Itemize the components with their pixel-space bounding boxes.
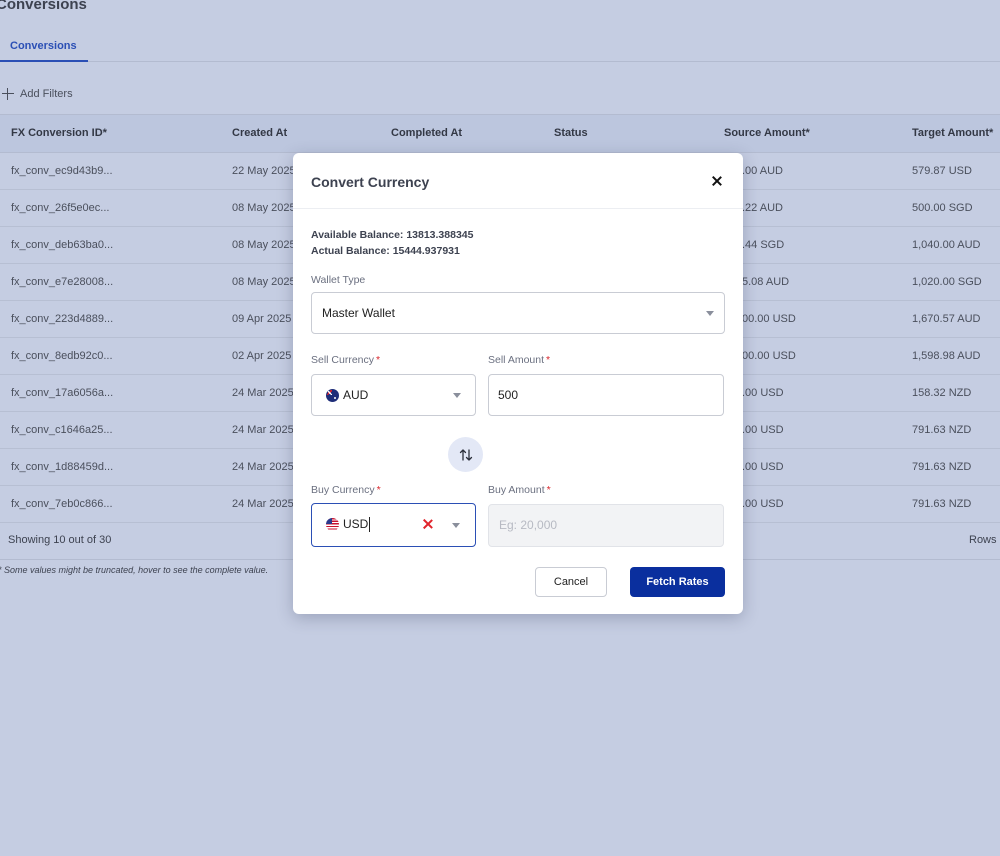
cell-target-amount: 791.63 NZD: [912, 498, 972, 510]
add-filters-button[interactable]: Add Filters: [2, 86, 73, 102]
buy-amount-placeholder: Eg: 20,000: [499, 518, 558, 532]
clear-icon[interactable]: [421, 516, 435, 532]
cell-created: 24 Mar 2025: [232, 461, 294, 473]
cell-created: 08 May 2025: [232, 202, 296, 214]
buy-currency-label-text: Buy Currency: [311, 484, 375, 496]
cell-id[interactable]: fx_conv_ec9d43b9...: [11, 165, 113, 177]
column-header-created[interactable]: Created At: [232, 127, 287, 139]
required-mark: *: [376, 484, 381, 496]
cell-source-amount: .00 USD: [742, 498, 784, 510]
chevron-down-icon: [452, 523, 460, 528]
cell-target-amount: 791.63 NZD: [912, 461, 972, 473]
cell-target-amount: 1,040.00 AUD: [912, 239, 981, 251]
fetch-rates-button[interactable]: Fetch Rates: [630, 567, 725, 597]
column-header-target-amount[interactable]: Target Amount*: [912, 127, 993, 139]
cell-source-amount: .00 USD: [742, 424, 784, 436]
close-icon[interactable]: [707, 171, 727, 191]
cell-id[interactable]: fx_conv_223d4889...: [11, 313, 113, 325]
actual-balance: Actual Balance: 15444.937931: [311, 245, 460, 257]
available-balance: Available Balance: 13813.388345: [311, 229, 474, 241]
cell-created: 02 Apr 2025: [232, 350, 292, 362]
cell-target-amount: 791.63 NZD: [912, 424, 972, 436]
pagination-summary: Showing 10 out of 30: [8, 534, 112, 546]
cell-id[interactable]: fx_conv_c1646a25...: [11, 424, 113, 436]
cell-id[interactable]: fx_conv_8edb92c0...: [11, 350, 113, 362]
tab-bar: Conversions: [0, 30, 1000, 62]
sell-amount-label-text: Sell Amount: [488, 354, 545, 366]
sell-amount-value: 500: [498, 388, 519, 402]
sell-currency-label-text: Sell Currency: [311, 354, 375, 366]
dialog-header: Convert Currency: [293, 153, 743, 209]
cell-created: 22 May 2025: [232, 165, 296, 177]
cell-source-amount: .00 USD: [742, 461, 784, 473]
cell-created: 24 Mar 2025: [232, 424, 294, 436]
chevron-down-icon: [706, 311, 714, 316]
swap-arrows-icon: [459, 448, 472, 461]
australia-flag-icon: [326, 389, 339, 402]
buy-currency-value: USD: [343, 517, 369, 531]
sell-currency-select[interactable]: AUD: [311, 374, 476, 416]
cell-id[interactable]: fx_conv_e7e28008...: [11, 276, 113, 288]
buy-amount-label-text: Buy Amount: [488, 484, 545, 496]
cell-source-amount: .44 SGD: [742, 239, 785, 251]
cell-source-amount: .00 AUD: [742, 165, 783, 177]
cell-source-amount: .00 USD: [742, 387, 784, 399]
tab-conversions[interactable]: Conversions: [0, 30, 88, 62]
buy-amount-label: Buy Amount *: [488, 484, 551, 496]
add-filters-label: Add Filters: [20, 88, 73, 100]
cell-target-amount: 500.00 SGD: [912, 202, 973, 214]
sell-amount-label: Sell Amount *: [488, 354, 550, 366]
cell-target-amount: 1,670.57 AUD: [912, 313, 981, 325]
sell-currency-value: AUD: [343, 388, 369, 402]
column-header-source-amount[interactable]: Source Amount*: [724, 127, 810, 139]
buy-currency-select[interactable]: USD: [311, 503, 476, 547]
cell-target-amount: 1,598.98 AUD: [912, 350, 981, 362]
cell-created: 09 Apr 2025: [232, 313, 292, 325]
cell-source-amount: 00.00 USD: [742, 313, 796, 325]
truncation-note: * Some values might be truncated, hover …: [0, 565, 269, 575]
required-mark: *: [546, 354, 551, 366]
cell-created: 08 May 2025: [232, 239, 296, 251]
column-header-id[interactable]: FX Conversion ID*: [11, 127, 107, 139]
dialog-title: Convert Currency: [311, 174, 430, 190]
cell-target-amount: 579.87 USD: [912, 165, 972, 177]
wallet-type-value: Master Wallet: [322, 306, 395, 320]
chevron-down-icon: [453, 393, 461, 398]
cell-id[interactable]: fx_conv_7eb0c866...: [11, 498, 113, 510]
plus-icon: [2, 88, 14, 100]
cell-source-amount: .22 AUD: [742, 202, 783, 214]
text-cursor: [369, 517, 370, 532]
cell-id[interactable]: fx_conv_26f5e0ec...: [11, 202, 109, 214]
cell-id[interactable]: fx_conv_17a6056a...: [11, 387, 113, 399]
required-mark: *: [546, 484, 551, 496]
sell-amount-input[interactable]: 500: [488, 374, 724, 416]
cell-target-amount: 1,020.00 SGD: [912, 276, 982, 288]
wallet-type-label: Wallet Type: [311, 274, 366, 286]
sell-currency-label: Sell Currency *: [311, 354, 380, 366]
cancel-button[interactable]: Cancel: [535, 567, 607, 597]
swap-currencies-button[interactable]: [448, 437, 483, 472]
buy-amount-input[interactable]: Eg: 20,000: [488, 504, 724, 547]
column-header-status[interactable]: Status: [554, 127, 588, 139]
cell-source-amount: 00.00 USD: [742, 350, 796, 362]
table-header: FX Conversion ID* Created At Completed A…: [0, 114, 1000, 153]
cell-created: 24 Mar 2025: [232, 387, 294, 399]
cell-target-amount: 158.32 NZD: [912, 387, 972, 399]
convert-currency-dialog: Convert Currency Available Balance: 1381…: [293, 153, 743, 614]
cell-created: 24 Mar 2025: [232, 498, 294, 510]
page-title: Conversions: [0, 0, 87, 13]
column-header-completed[interactable]: Completed At: [391, 127, 462, 139]
required-mark: *: [376, 354, 381, 366]
cell-id[interactable]: fx_conv_1d88459d...: [11, 461, 113, 473]
wallet-type-select[interactable]: Master Wallet: [311, 292, 725, 334]
cell-source-amount: 5.08 AUD: [742, 276, 790, 288]
cell-id[interactable]: fx_conv_deb63ba0...: [11, 239, 113, 251]
cell-created: 08 May 2025: [232, 276, 296, 288]
us-flag-icon: [326, 518, 339, 531]
rows-per-page-label: Rows: [969, 534, 997, 546]
buy-currency-label: Buy Currency *: [311, 484, 381, 496]
